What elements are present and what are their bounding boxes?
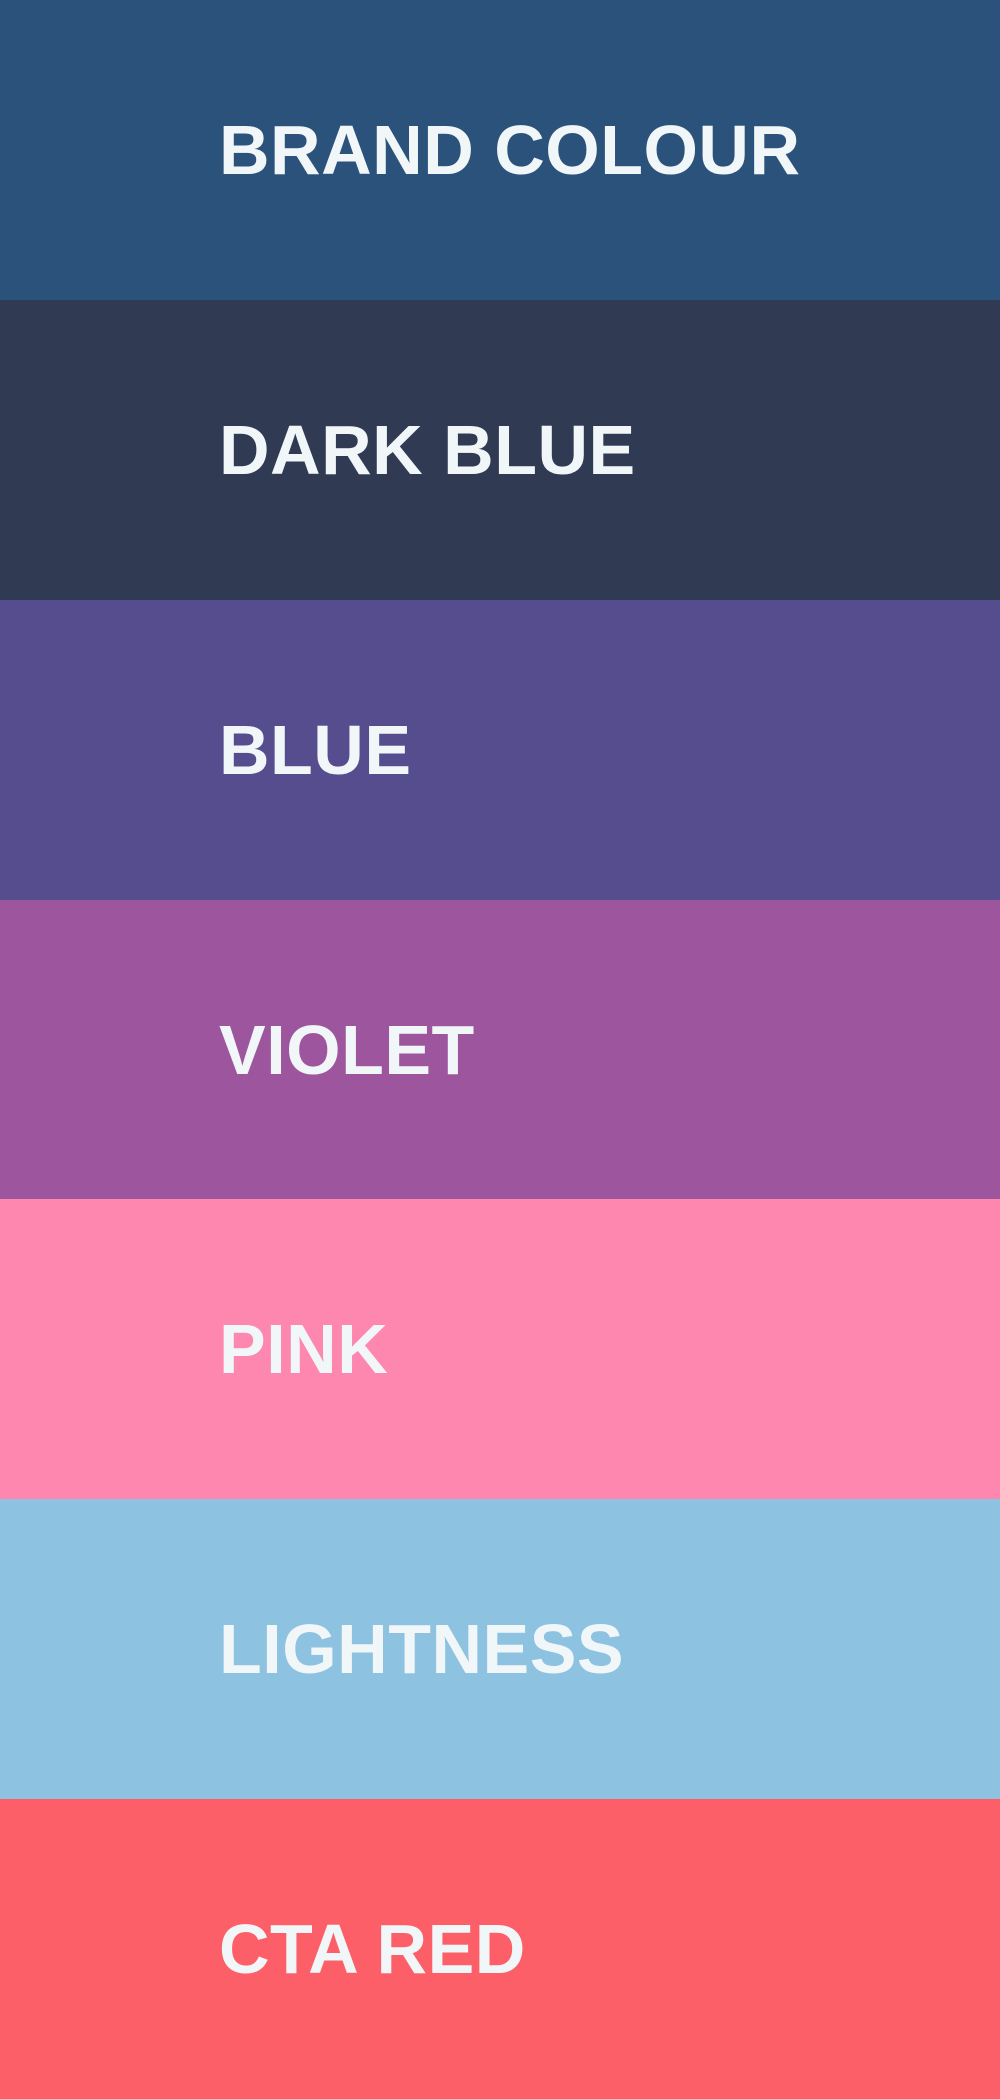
swatch-violet: VIOLET — [0, 899, 1000, 1200]
swatch-dark-blue: DARK BLUE — [0, 299, 1000, 600]
swatch-label-pink: PINK — [219, 1310, 389, 1389]
swatch-label-blue: BLUE — [219, 710, 412, 789]
swatch-label-dark-blue: DARK BLUE — [219, 410, 636, 489]
swatch-blue: BLUE — [0, 599, 1000, 900]
swatch-cta-red: CTA RED — [0, 1799, 1000, 2099]
swatch-label-cta-red: CTA RED — [219, 1910, 526, 1989]
swatch-label-lightness: LIGHTNESS — [219, 1610, 625, 1689]
swatch-lightness: LIGHTNESS — [0, 1499, 1000, 1800]
color-palette: BRAND COLOUR DARK BLUE BLUE VIOLET PINK … — [0, 0, 1000, 2099]
swatch-label-violet: VIOLET — [219, 1010, 475, 1089]
swatch-pink: PINK — [0, 1199, 1000, 1500]
swatch-label-brand-colour: BRAND COLOUR — [219, 110, 801, 189]
swatch-brand-colour: BRAND COLOUR — [0, 0, 1000, 300]
